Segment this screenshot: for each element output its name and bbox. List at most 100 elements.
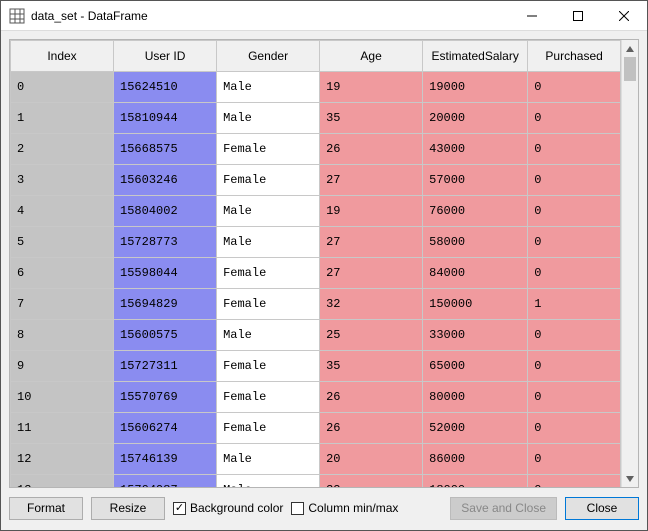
cell-userid[interactable]: 15603246 bbox=[114, 165, 217, 196]
cell-age[interactable]: 32 bbox=[320, 289, 423, 320]
cell-gender[interactable]: Male bbox=[217, 320, 320, 351]
table-row[interactable]: 115810944Male35200000 bbox=[11, 103, 621, 134]
close-window-button[interactable] bbox=[601, 1, 647, 30]
cell-index[interactable]: 0 bbox=[11, 72, 114, 103]
cell-userid[interactable]: 15600575 bbox=[114, 320, 217, 351]
cell-index[interactable]: 12 bbox=[11, 444, 114, 475]
cell-gender[interactable]: Female bbox=[217, 289, 320, 320]
cell-age[interactable]: 26 bbox=[320, 134, 423, 165]
maximize-button[interactable] bbox=[555, 1, 601, 30]
cell-index[interactable]: 2 bbox=[11, 134, 114, 165]
cell-userid[interactable]: 15624510 bbox=[114, 72, 217, 103]
cell-age[interactable]: 27 bbox=[320, 227, 423, 258]
cell-userid[interactable]: 15810944 bbox=[114, 103, 217, 134]
cell-purchased[interactable]: 0 bbox=[528, 475, 621, 488]
cell-gender[interactable]: Male bbox=[217, 475, 320, 488]
cell-salary[interactable]: 18000 bbox=[423, 475, 528, 488]
cell-salary[interactable]: 57000 bbox=[423, 165, 528, 196]
table-row[interactable]: 1315704987Male32180000 bbox=[11, 475, 621, 488]
background-color-checkbox[interactable]: Background color bbox=[173, 501, 283, 515]
cell-index[interactable]: 3 bbox=[11, 165, 114, 196]
cell-age[interactable]: 27 bbox=[320, 165, 423, 196]
cell-salary[interactable]: 33000 bbox=[423, 320, 528, 351]
cell-salary[interactable]: 58000 bbox=[423, 227, 528, 258]
table-row[interactable]: 515728773Male27580000 bbox=[11, 227, 621, 258]
cell-age[interactable]: 27 bbox=[320, 258, 423, 289]
cell-userid[interactable]: 15746139 bbox=[114, 444, 217, 475]
cell-salary[interactable]: 19000 bbox=[423, 72, 528, 103]
cell-salary[interactable]: 80000 bbox=[423, 382, 528, 413]
table-row[interactable]: 015624510Male19190000 bbox=[11, 72, 621, 103]
col-header-salary[interactable]: EstimatedSalary bbox=[423, 41, 528, 72]
cell-purchased[interactable]: 0 bbox=[528, 444, 621, 475]
cell-age[interactable]: 32 bbox=[320, 475, 423, 488]
table-row[interactable]: 715694829Female321500001 bbox=[11, 289, 621, 320]
table-row[interactable]: 415804002Male19760000 bbox=[11, 196, 621, 227]
cell-purchased[interactable]: 0 bbox=[528, 196, 621, 227]
cell-index[interactable]: 13 bbox=[11, 475, 114, 488]
format-button[interactable]: Format bbox=[9, 497, 83, 520]
cell-purchased[interactable]: 0 bbox=[528, 72, 621, 103]
cell-purchased[interactable]: 0 bbox=[528, 165, 621, 196]
cell-salary[interactable]: 150000 bbox=[423, 289, 528, 320]
cell-index[interactable]: 5 bbox=[11, 227, 114, 258]
cell-index[interactable]: 9 bbox=[11, 351, 114, 382]
cell-gender[interactable]: Female bbox=[217, 382, 320, 413]
cell-age[interactable]: 25 bbox=[320, 320, 423, 351]
cell-salary[interactable]: 20000 bbox=[423, 103, 528, 134]
vertical-scrollbar[interactable] bbox=[621, 40, 638, 487]
cell-gender[interactable]: Male bbox=[217, 72, 320, 103]
cell-gender[interactable]: Female bbox=[217, 134, 320, 165]
scroll-track[interactable] bbox=[622, 57, 638, 470]
cell-userid[interactable]: 15804002 bbox=[114, 196, 217, 227]
cell-index[interactable]: 6 bbox=[11, 258, 114, 289]
col-header-gender[interactable]: Gender bbox=[217, 41, 320, 72]
scroll-down-arrow[interactable] bbox=[622, 470, 638, 487]
cell-age[interactable]: 19 bbox=[320, 72, 423, 103]
cell-userid[interactable]: 15728773 bbox=[114, 227, 217, 258]
cell-userid[interactable]: 15570769 bbox=[114, 382, 217, 413]
cell-gender[interactable]: Male bbox=[217, 444, 320, 475]
table-row[interactable]: 1115606274Female26520000 bbox=[11, 413, 621, 444]
table-row[interactable]: 615598044Female27840000 bbox=[11, 258, 621, 289]
data-grid[interactable]: Index User ID Gender Age EstimatedSalary… bbox=[10, 40, 621, 487]
resize-button[interactable]: Resize bbox=[91, 497, 165, 520]
cell-purchased[interactable]: 1 bbox=[528, 289, 621, 320]
cell-age[interactable]: 35 bbox=[320, 351, 423, 382]
cell-index[interactable]: 7 bbox=[11, 289, 114, 320]
cell-purchased[interactable]: 0 bbox=[528, 320, 621, 351]
cell-gender[interactable]: Female bbox=[217, 351, 320, 382]
cell-salary[interactable]: 84000 bbox=[423, 258, 528, 289]
cell-salary[interactable]: 86000 bbox=[423, 444, 528, 475]
cell-purchased[interactable]: 0 bbox=[528, 351, 621, 382]
cell-gender[interactable]: Male bbox=[217, 196, 320, 227]
cell-userid[interactable]: 15668575 bbox=[114, 134, 217, 165]
cell-salary[interactable]: 43000 bbox=[423, 134, 528, 165]
cell-age[interactable]: 19 bbox=[320, 196, 423, 227]
table-row[interactable]: 815600575Male25330000 bbox=[11, 320, 621, 351]
cell-purchased[interactable]: 0 bbox=[528, 227, 621, 258]
cell-purchased[interactable]: 0 bbox=[528, 134, 621, 165]
col-header-age[interactable]: Age bbox=[320, 41, 423, 72]
minimize-button[interactable] bbox=[509, 1, 555, 30]
cell-purchased[interactable]: 0 bbox=[528, 382, 621, 413]
cell-gender[interactable]: Female bbox=[217, 258, 320, 289]
cell-userid[interactable]: 15704987 bbox=[114, 475, 217, 488]
table-row[interactable]: 315603246Female27570000 bbox=[11, 165, 621, 196]
col-header-index[interactable]: Index bbox=[11, 41, 114, 72]
titlebar[interactable]: data_set - DataFrame bbox=[1, 1, 647, 31]
cell-age[interactable]: 35 bbox=[320, 103, 423, 134]
table-row[interactable]: 915727311Female35650000 bbox=[11, 351, 621, 382]
cell-index[interactable]: 10 bbox=[11, 382, 114, 413]
cell-index[interactable]: 11 bbox=[11, 413, 114, 444]
cell-age[interactable]: 26 bbox=[320, 382, 423, 413]
cell-salary[interactable]: 65000 bbox=[423, 351, 528, 382]
cell-age[interactable]: 20 bbox=[320, 444, 423, 475]
cell-userid[interactable]: 15694829 bbox=[114, 289, 217, 320]
cell-age[interactable]: 26 bbox=[320, 413, 423, 444]
scroll-thumb[interactable] bbox=[624, 57, 636, 81]
cell-purchased[interactable]: 0 bbox=[528, 258, 621, 289]
column-minmax-checkbox[interactable]: Column min/max bbox=[291, 501, 398, 515]
cell-gender[interactable]: Male bbox=[217, 227, 320, 258]
cell-index[interactable]: 4 bbox=[11, 196, 114, 227]
